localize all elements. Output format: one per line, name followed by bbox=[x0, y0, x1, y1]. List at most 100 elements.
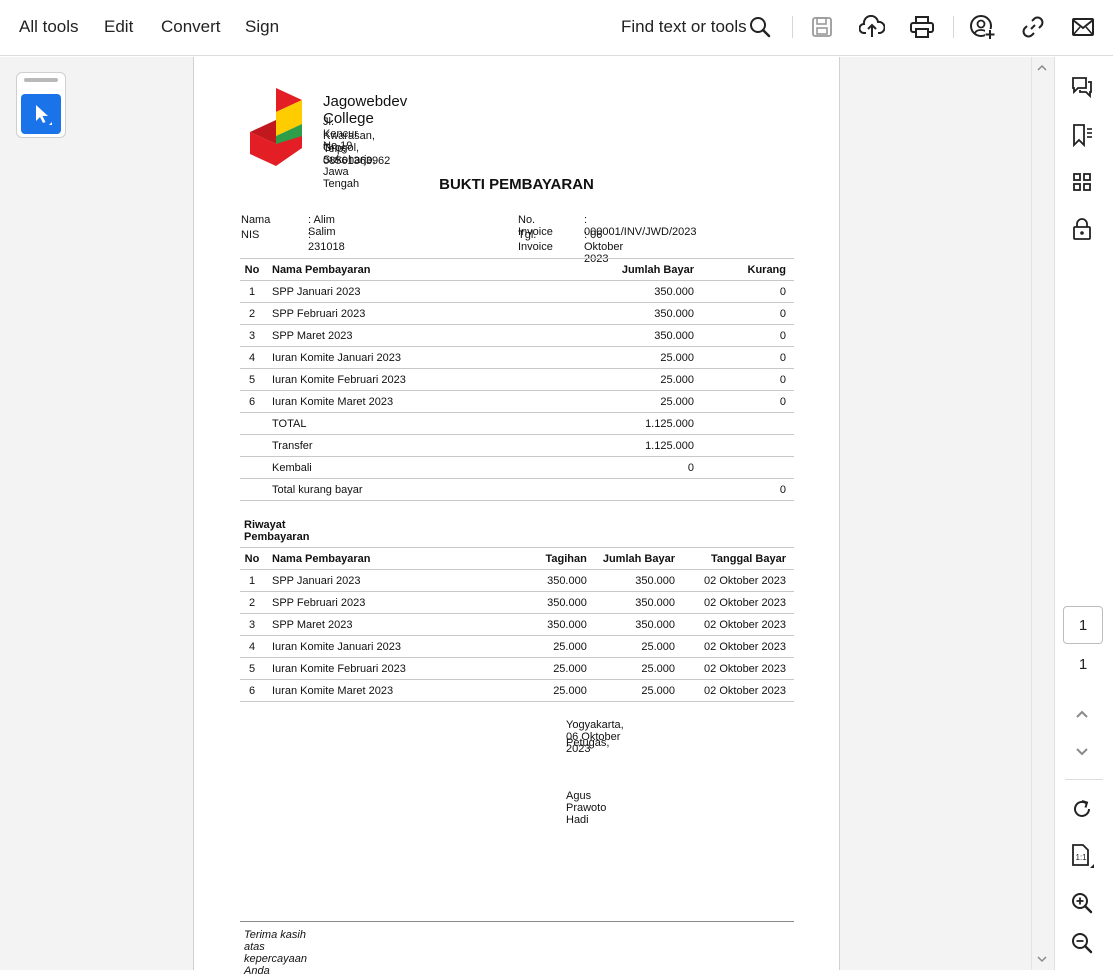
column-header: Jumlah Bayar bbox=[594, 547, 683, 570]
cursor-arrow-icon bbox=[36, 105, 52, 125]
table-row: 5 Iuran Komite Februari 2023 25.000 25.0… bbox=[240, 657, 794, 680]
payment-name: SPP Maret 2023 bbox=[264, 324, 542, 347]
mail-icon[interactable] bbox=[1070, 14, 1096, 40]
table-row: 4 Iuran Komite Januari 2023 25.000 0 bbox=[240, 346, 794, 369]
rotate-icon[interactable] bbox=[1069, 796, 1095, 822]
row-number: 4 bbox=[240, 346, 264, 369]
actual-size-icon[interactable]: 1:1 bbox=[1069, 843, 1095, 869]
amount-paid: 350.000 bbox=[594, 591, 683, 614]
signature-role: Petugas, bbox=[566, 737, 610, 749]
payment-name: Iuran Komite Februari 2023 bbox=[264, 368, 542, 391]
college-logo bbox=[250, 88, 302, 166]
column-header: Jumlah Bayar bbox=[542, 258, 702, 281]
thumbnails-icon[interactable] bbox=[1069, 169, 1095, 195]
menu-sign[interactable]: Sign bbox=[245, 17, 279, 37]
zoom-in-icon[interactable] bbox=[1069, 890, 1095, 916]
payment-table: No Nama Pembayaran Jumlah Bayar Kurang 1… bbox=[240, 258, 794, 501]
summary-amount: 1.125.000 bbox=[542, 412, 702, 435]
summary-amount: 1.125.000 bbox=[542, 434, 702, 457]
row-number: 5 bbox=[240, 368, 264, 391]
column-header: Nama Pembayaran bbox=[264, 547, 505, 570]
find-text-button[interactable]: Find text or tools bbox=[621, 17, 747, 37]
drag-handle[interactable] bbox=[24, 78, 58, 82]
link-icon[interactable] bbox=[1020, 14, 1046, 40]
payment-date: 02 Oktober 2023 bbox=[683, 569, 794, 592]
summary-remaining: 0 bbox=[702, 478, 794, 501]
zoom-out-icon[interactable] bbox=[1069, 930, 1095, 956]
amount-remaining: 0 bbox=[702, 302, 794, 325]
table-row: 2 SPP Februari 2023 350.000 0 bbox=[240, 302, 794, 325]
document-title: BUKTI PEMBAYARAN bbox=[439, 176, 594, 193]
scroll-up-arrow-icon[interactable] bbox=[1036, 62, 1048, 74]
summary-row-transfer: Transfer 1.125.000 bbox=[240, 434, 794, 457]
next-page-icon[interactable] bbox=[1069, 739, 1095, 765]
lock-icon[interactable] bbox=[1069, 216, 1095, 242]
payment-name: Iuran Komite Januari 2023 bbox=[264, 635, 505, 658]
svg-text:1:1: 1:1 bbox=[1076, 853, 1088, 862]
summary-amount: 0 bbox=[542, 456, 702, 479]
summary-label: Total kurang bayar bbox=[264, 478, 542, 501]
payment-date: 02 Oktober 2023 bbox=[683, 657, 794, 680]
amount-paid: 25.000 bbox=[594, 679, 683, 702]
row-number: 2 bbox=[240, 591, 264, 614]
table-row: 3 SPP Maret 2023 350.000 0 bbox=[240, 324, 794, 347]
save-icon[interactable] bbox=[809, 14, 835, 40]
summary-remaining bbox=[702, 434, 794, 457]
summary-label: Kembali bbox=[264, 456, 542, 479]
college-phone: Telp: 08561363962 bbox=[323, 143, 391, 167]
amount-paid: 350.000 bbox=[542, 302, 702, 325]
table-row: 3 SPP Maret 2023 350.000 350.000 02 Okto… bbox=[240, 613, 794, 636]
amount-paid: 350.000 bbox=[594, 569, 683, 592]
signatory-name: Agus Prawoto Hadi bbox=[566, 790, 607, 826]
payment-name: SPP Februari 2023 bbox=[264, 591, 505, 614]
row-number: 1 bbox=[240, 280, 264, 303]
bookmark-icon[interactable] bbox=[1069, 122, 1095, 148]
table-row: 1 SPP Januari 2023 350.000 350.000 02 Ok… bbox=[240, 569, 794, 592]
menu-all-tools[interactable]: All tools bbox=[19, 17, 79, 37]
pdf-page bbox=[193, 57, 840, 970]
payment-name: SPP Februari 2023 bbox=[264, 302, 542, 325]
table-header-row: No Nama Pembayaran Jumlah Bayar Kurang bbox=[240, 258, 794, 281]
payment-name: Iuran Komite Maret 2023 bbox=[264, 390, 542, 413]
comment-icon[interactable] bbox=[1069, 74, 1095, 100]
page-total: 1 bbox=[1078, 656, 1088, 673]
amount-paid: 350.000 bbox=[542, 280, 702, 303]
summary-remaining bbox=[702, 456, 794, 479]
payment-name: SPP Maret 2023 bbox=[264, 613, 505, 636]
row-number: 1 bbox=[240, 569, 264, 592]
menu-edit[interactable]: Edit bbox=[104, 17, 133, 37]
bill-amount: 25.000 bbox=[504, 657, 595, 680]
summary-row-total: TOTAL 1.125.000 bbox=[240, 412, 794, 435]
bill-amount: 350.000 bbox=[504, 569, 595, 592]
summary-label: TOTAL bbox=[264, 412, 542, 435]
print-icon[interactable] bbox=[909, 14, 935, 40]
column-header: Kurang bbox=[702, 258, 794, 281]
amount-remaining: 0 bbox=[702, 390, 794, 413]
invoice-date-label: Tgl. Invoice bbox=[518, 229, 553, 253]
row-number: 4 bbox=[240, 635, 264, 658]
column-header: Tagihan bbox=[504, 547, 595, 570]
upload-cloud-icon[interactable] bbox=[859, 14, 885, 40]
scroll-down-arrow-icon[interactable] bbox=[1036, 953, 1048, 965]
payment-name: Iuran Komite Maret 2023 bbox=[264, 679, 505, 702]
bill-amount: 25.000 bbox=[504, 679, 595, 702]
previous-page-icon[interactable] bbox=[1069, 701, 1095, 727]
vertical-scrollbar[interactable] bbox=[1031, 57, 1053, 970]
amount-paid: 25.000 bbox=[542, 390, 702, 413]
payment-date: 02 Oktober 2023 bbox=[683, 635, 794, 658]
payment-name: Iuran Komite Januari 2023 bbox=[264, 346, 542, 369]
summary-label: Transfer bbox=[264, 434, 542, 457]
table-row: 6 Iuran Komite Maret 2023 25.000 25.000 … bbox=[240, 679, 794, 702]
payment-name: SPP Januari 2023 bbox=[264, 569, 505, 592]
row-number: 2 bbox=[240, 302, 264, 325]
column-header: Tanggal Bayar bbox=[683, 547, 794, 570]
amount-paid: 25.000 bbox=[594, 657, 683, 680]
page-number-input[interactable]: 1 bbox=[1063, 606, 1103, 644]
quick-tools-panel bbox=[16, 72, 66, 138]
menu-convert[interactable]: Convert bbox=[161, 17, 221, 37]
select-tool-button[interactable] bbox=[21, 94, 61, 134]
summary-row-outstanding: Total kurang bayar 0 bbox=[240, 478, 794, 501]
summary-amount bbox=[542, 478, 702, 501]
share-user-icon[interactable] bbox=[969, 14, 995, 40]
search-icon[interactable] bbox=[747, 14, 773, 40]
